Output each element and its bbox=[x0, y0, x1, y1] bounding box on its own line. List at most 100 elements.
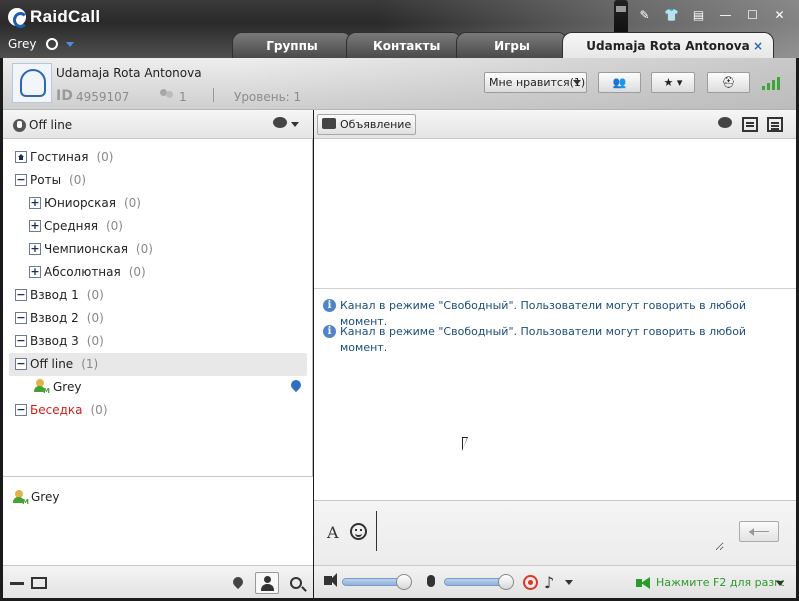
menu-icon[interactable]: ▤ bbox=[687, 6, 710, 24]
tree-item[interactable]: − Взвод 1 (0) bbox=[3, 284, 313, 307]
close-button[interactable]: ✕ bbox=[768, 6, 791, 24]
expand-icon[interactable]: + bbox=[29, 243, 41, 255]
mic-slider[interactable] bbox=[444, 574, 514, 590]
mic-status[interactable]: Off line bbox=[13, 118, 72, 132]
lighthouse-decoration bbox=[614, 0, 628, 32]
tab-games[interactable]: Игры bbox=[456, 32, 568, 58]
tab-groups[interactable]: Группы bbox=[232, 32, 352, 58]
clock-icon[interactable] bbox=[46, 38, 59, 50]
collapse-icon[interactable]: − bbox=[15, 404, 27, 416]
microphone-icon[interactable] bbox=[427, 575, 435, 587]
user-list-panel: M Grey bbox=[3, 476, 313, 599]
right-toolbar: Объявление bbox=[314, 110, 796, 139]
my-position-icon[interactable] bbox=[255, 572, 279, 594]
expand-icon[interactable]: + bbox=[29, 220, 41, 232]
maximize-button[interactable]: ☐ bbox=[741, 6, 764, 24]
info-icon: i bbox=[323, 325, 336, 338]
expand-icon[interactable]: + bbox=[29, 197, 41, 209]
expand-icon[interactable]: + bbox=[29, 266, 41, 278]
title-bar: RaidCall ✎ 👕 ▤ — ☐ ✕ Grey Группы Контакт… bbox=[0, 0, 799, 58]
collapse-icon[interactable]: − bbox=[15, 335, 27, 347]
font-icon[interactable]: A bbox=[327, 523, 339, 542]
tree-item-selected[interactable]: − Off line (1) bbox=[9, 353, 307, 376]
chevron-down-icon[interactable] bbox=[776, 581, 784, 586]
location-pin-icon[interactable] bbox=[233, 577, 243, 590]
tree-item[interactable]: + Абсолютная (0) bbox=[3, 261, 313, 284]
emoji-icon[interactable] bbox=[350, 523, 367, 540]
music-icon[interactable]: ♪ bbox=[544, 573, 554, 592]
raidcall-logo-icon bbox=[8, 8, 28, 28]
tree-user-item[interactable]: M Grey bbox=[3, 376, 313, 399]
message-input[interactable] bbox=[376, 511, 724, 551]
skin-icon[interactable]: 👕 bbox=[660, 6, 683, 24]
like-button[interactable]: Мне нравится(1) bbox=[484, 72, 587, 93]
audio-toolbar: ♪ Нажмите F2 для разговора bbox=[314, 565, 796, 598]
card-icon[interactable] bbox=[31, 577, 47, 589]
channel-id-label: ID bbox=[56, 88, 73, 104]
like-label: Мне нравится(1) bbox=[489, 76, 586, 89]
tab-contacts[interactable]: Контакты bbox=[346, 32, 462, 58]
tree-item[interactable]: − Взвод 2 (0) bbox=[3, 307, 313, 330]
signal-icon bbox=[762, 76, 784, 90]
tree-item[interactable]: Гостиная (0) bbox=[3, 146, 313, 169]
notes-icon[interactable] bbox=[767, 117, 783, 132]
chat-icon[interactable] bbox=[718, 117, 734, 132]
window-controls: ✎ 👕 ▤ — ☐ ✕ bbox=[633, 6, 791, 24]
channel-user-count: 1 bbox=[179, 90, 187, 104]
members-icon: 👥 bbox=[612, 76, 627, 89]
collapse-all-icon[interactable] bbox=[10, 582, 24, 585]
volume-slider[interactable] bbox=[342, 574, 412, 590]
edit-icon[interactable]: ✎ bbox=[633, 6, 656, 24]
announcement-button[interactable]: Объявление bbox=[317, 114, 417, 135]
chevron-down-icon[interactable] bbox=[565, 580, 573, 585]
system-message: i Канал в режиме "Свободный". Пользовате… bbox=[323, 298, 796, 328]
tree-item[interactable]: + Средняя (0) bbox=[3, 215, 313, 238]
collapse-icon[interactable]: − bbox=[15, 289, 27, 301]
chat-panel: Объявление i Канал в режиме "Свободный".… bbox=[314, 110, 796, 598]
record-icon[interactable] bbox=[523, 575, 538, 590]
collapse-icon[interactable]: − bbox=[15, 358, 27, 370]
mic-slider-knob[interactable] bbox=[498, 574, 514, 590]
document-icon[interactable] bbox=[742, 117, 758, 132]
push-to-talk-label: Нажмите F2 для разговора bbox=[656, 576, 784, 589]
collapse-icon[interactable]: − bbox=[15, 312, 27, 324]
channel-header: Udamaja Rota Antonova ID 4959107 1 Урове… bbox=[3, 58, 796, 110]
channel-tree: Гостиная (0) − Роты (0) + Юниорская (0) + С… bbox=[3, 146, 313, 422]
main-tabs: Группы Контакты Игры Udamaja Rota Antono… bbox=[232, 32, 774, 58]
tree-item[interactable]: − Беседка (0) bbox=[3, 399, 313, 422]
push-to-talk[interactable]: Нажмите F2 для разговора bbox=[636, 575, 784, 591]
tree-item[interactable]: − Роты (0) bbox=[3, 169, 313, 192]
minimize-button[interactable]: — bbox=[714, 6, 737, 24]
collapse-icon[interactable]: − bbox=[15, 174, 27, 186]
members-button[interactable]: 👥 bbox=[598, 72, 641, 93]
volume-slider-knob[interactable] bbox=[396, 574, 412, 590]
tree-item[interactable]: + Юниорская (0) bbox=[3, 192, 313, 215]
chevron-down-icon bbox=[573, 80, 581, 85]
user-name: Grey bbox=[8, 37, 37, 51]
left-footer-toolbar bbox=[3, 565, 313, 599]
headset-icon bbox=[20, 69, 46, 97]
tree-item[interactable]: − Взвод 3 (0) bbox=[3, 330, 313, 353]
search-icon[interactable] bbox=[290, 577, 302, 589]
system-message: i Канал в режиме "Свободный". Пользовате… bbox=[323, 324, 796, 354]
chat-mode-dropdown[interactable] bbox=[273, 117, 301, 131]
announcement-area bbox=[314, 139, 796, 289]
left-toolbar: Off line bbox=[3, 110, 313, 139]
tab-channel[interactable]: Udamaja Rota Antonova × bbox=[562, 32, 774, 58]
users-icon bbox=[160, 89, 176, 101]
send-button[interactable] bbox=[739, 521, 779, 542]
app-logo: RaidCall bbox=[8, 7, 100, 28]
location-pin-icon[interactable] bbox=[291, 380, 301, 394]
tree-item[interactable]: + Чемпионская (0) bbox=[3, 238, 313, 261]
speaker-icon[interactable] bbox=[324, 573, 337, 587]
tab-close-icon[interactable]: × bbox=[753, 33, 763, 59]
join-channel-button[interactable]: ⛑ bbox=[707, 72, 750, 93]
channel-avatar[interactable] bbox=[12, 63, 52, 103]
user-status[interactable]: Grey bbox=[8, 37, 75, 51]
mic-status-label: Off line bbox=[29, 118, 73, 132]
favorite-button[interactable]: ★ ▾ bbox=[651, 72, 695, 93]
channel-level: Уровень: 1 bbox=[234, 90, 302, 104]
mouse-cursor-icon bbox=[462, 437, 468, 451]
chevron-down-icon[interactable] bbox=[66, 41, 75, 47]
announcement-label: Объявление bbox=[340, 118, 412, 131]
